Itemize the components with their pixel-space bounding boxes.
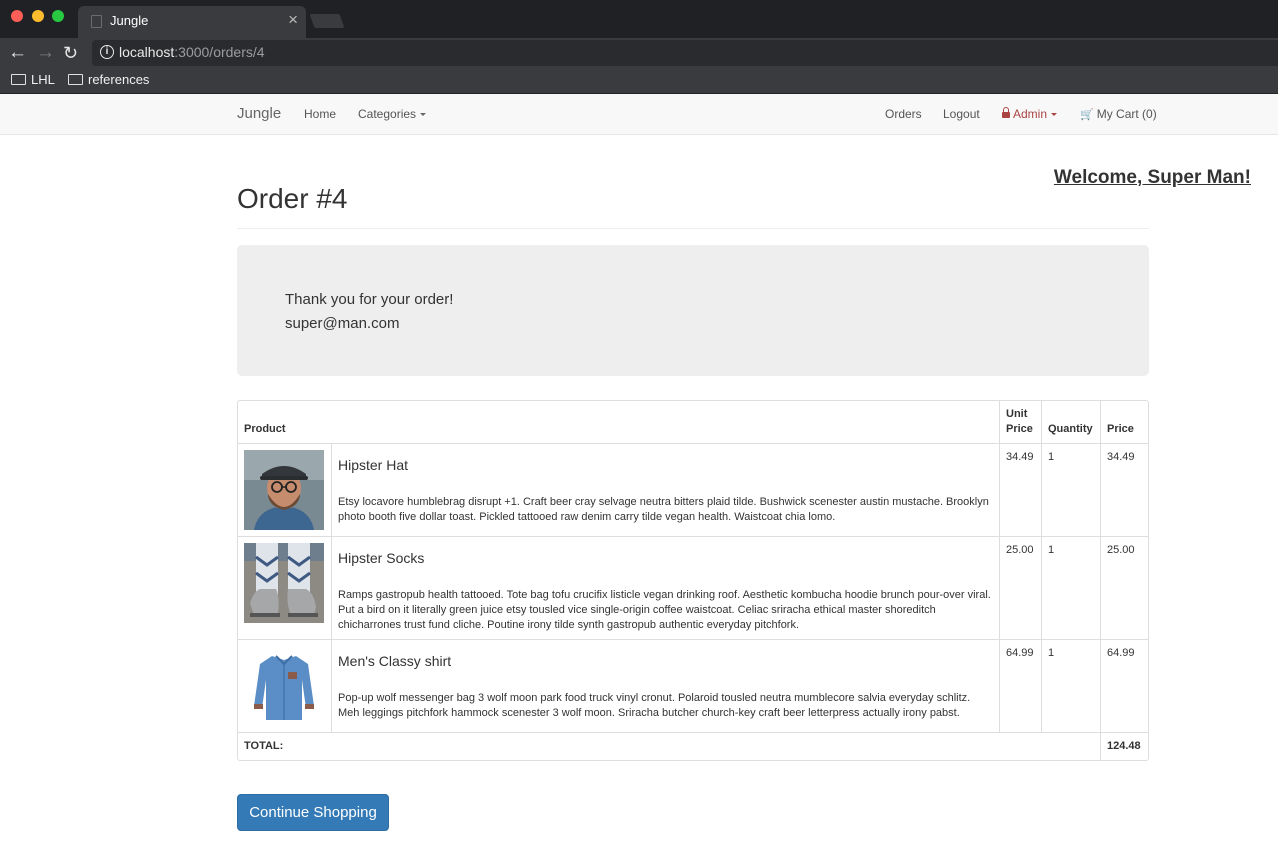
new-tab-button[interactable] <box>309 14 345 28</box>
order-confirmation-panel: Thank you for your order! super@man.com <box>237 245 1149 376</box>
product-info-cell: Hipster Hat Etsy locavore humblebrag dis… <box>331 444 999 536</box>
browser-tab[interactable]: Jungle × <box>78 6 306 38</box>
header-product: Product <box>238 401 999 444</box>
caret-down-icon <box>1051 113 1058 116</box>
product-image-cell <box>238 444 331 536</box>
patterned-socks-photo <box>244 543 324 623</box>
line-price: 34.49 <box>1100 444 1148 536</box>
table-row: Hipster Socks Ramps gastropub health tat… <box>238 536 1148 639</box>
site-navbar: Jungle Home Categories Orders Logout Adm… <box>0 94 1278 135</box>
customer-email: super@man.com <box>285 315 400 332</box>
divider <box>237 228 1149 229</box>
quantity: 1 <box>1041 444 1100 536</box>
nav-logout-link[interactable]: Logout <box>943 107 980 121</box>
unit-price: 25.00 <box>999 536 1041 639</box>
product-name[interactable]: Hipster Hat <box>338 458 993 473</box>
bookmark-lhl[interactable]: LHL <box>11 72 55 90</box>
bookmarks-bar: LHL references <box>0 68 1278 94</box>
nav-categories-dropdown[interactable]: Categories <box>358 107 427 121</box>
denim-shirt-photo <box>244 646 324 726</box>
info-icon[interactable]: i <box>100 45 114 59</box>
product-description: Ramps gastropub health tattooed. Tote ba… <box>338 589 991 631</box>
product-name[interactable]: Hipster Socks <box>338 551 993 566</box>
thank-you-text: Thank you for your order! <box>285 291 454 308</box>
line-price: 64.99 <box>1100 639 1148 732</box>
total-value: 124.48 <box>1100 732 1148 760</box>
quantity: 1 <box>1041 639 1100 732</box>
tab-title: Jungle <box>110 13 149 28</box>
reload-icon[interactable]: ↻ <box>63 40 78 66</box>
unit-price: 64.99 <box>999 639 1041 732</box>
total-label: TOTAL: <box>238 732 1100 760</box>
maximize-window-button[interactable] <box>52 10 64 22</box>
page-title: Order #4 <box>237 183 348 214</box>
browser-toolbar: ← → ↻ i localhost:3000/orders/4 <box>0 38 1278 68</box>
product-name[interactable]: Men's Classy shirt <box>338 654 993 669</box>
folder-icon <box>11 74 26 85</box>
product-image-cell <box>238 536 331 639</box>
caret-down-icon <box>420 113 427 116</box>
continue-shopping-button[interactable]: Continue Shopping <box>237 794 389 831</box>
header-quantity: Quantity <box>1041 401 1100 444</box>
product-description: Etsy locavore humblebrag disrupt +1. Cra… <box>338 496 989 523</box>
brand-link[interactable]: Jungle <box>237 105 281 122</box>
cart-icon: 🛒 <box>1080 109 1094 121</box>
table-header-row: Product Unit Price Quantity Price <box>238 401 1148 444</box>
nav-home-link[interactable]: Home <box>304 107 336 121</box>
lock-icon <box>1002 107 1010 118</box>
total-row: TOTAL: 124.48 <box>238 732 1148 760</box>
folder-icon <box>68 74 83 85</box>
back-arrow-icon[interactable]: ← <box>8 40 27 66</box>
product-info-cell: Men's Classy shirt Pop-up wolf messenger… <box>331 639 999 732</box>
nav-admin-dropdown[interactable]: Admin <box>1002 107 1058 121</box>
welcome-message: Welcome, Super Man! <box>1053 167 1251 188</box>
forward-arrow-icon[interactable]: → <box>36 40 55 66</box>
header-unit-price: Unit Price <box>999 401 1041 444</box>
url-text[interactable]: localhost:3000/orders/4 <box>119 44 265 60</box>
unit-price: 34.49 <box>999 444 1041 536</box>
product-info-cell: Hipster Socks Ramps gastropub health tat… <box>331 536 999 639</box>
nav-orders-link[interactable]: Orders <box>885 107 922 121</box>
table-row: Hipster Hat Etsy locavore humblebrag dis… <box>238 444 1148 536</box>
browser-titlebar: Jungle × <box>0 0 1278 38</box>
product-description: Pop-up wolf messenger bag 3 wolf moon pa… <box>338 692 971 719</box>
quantity: 1 <box>1041 536 1100 639</box>
product-image-cell <box>238 639 331 732</box>
address-bar[interactable]: i localhost:3000/orders/4 <box>92 40 1278 66</box>
bookmark-references[interactable]: references <box>68 72 149 90</box>
header-price: Price <box>1100 401 1148 444</box>
close-window-button[interactable] <box>11 10 23 22</box>
table-row: Men's Classy shirt Pop-up wolf messenger… <box>238 639 1148 732</box>
man-with-hat-photo <box>244 450 324 530</box>
line-price: 25.00 <box>1100 536 1148 639</box>
minimize-window-button[interactable] <box>32 10 44 22</box>
order-items-table: Product Unit Price Quantity Price Hipste… <box>237 400 1149 761</box>
page-icon <box>91 15 102 28</box>
nav-cart-link[interactable]: 🛒 My Cart (0) <box>1080 107 1157 121</box>
close-tab-icon[interactable]: × <box>288 10 298 30</box>
